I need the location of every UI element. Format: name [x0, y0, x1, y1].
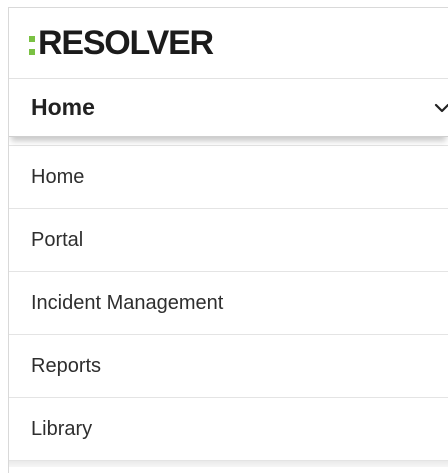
app-selector-label: Home: [31, 94, 95, 120]
menu-bottom-edge: [9, 461, 448, 467]
menu-item-incident-management[interactable]: Incident Management: [9, 272, 448, 335]
app-menu-list: Home Portal Incident Management Reports …: [9, 145, 448, 461]
chevron-down-icon[interactable]: [434, 100, 448, 116]
menu-item-reports[interactable]: Reports: [9, 335, 448, 398]
logo-colon-mark: [29, 35, 35, 55]
logo-text: RESOLVER: [38, 24, 214, 62]
app-selector-dropdown[interactable]: Home: [9, 79, 448, 137]
menu-item-home[interactable]: Home: [9, 146, 448, 209]
header-logo-bar: RESOLVER: [9, 8, 448, 79]
menu-item-library[interactable]: Library: [9, 398, 448, 461]
menu-item-portal[interactable]: Portal: [9, 209, 448, 272]
navigation-panel: RESOLVER Home Home Portal Incident Manag…: [8, 7, 448, 473]
resolver-logo[interactable]: RESOLVER: [29, 24, 214, 62]
